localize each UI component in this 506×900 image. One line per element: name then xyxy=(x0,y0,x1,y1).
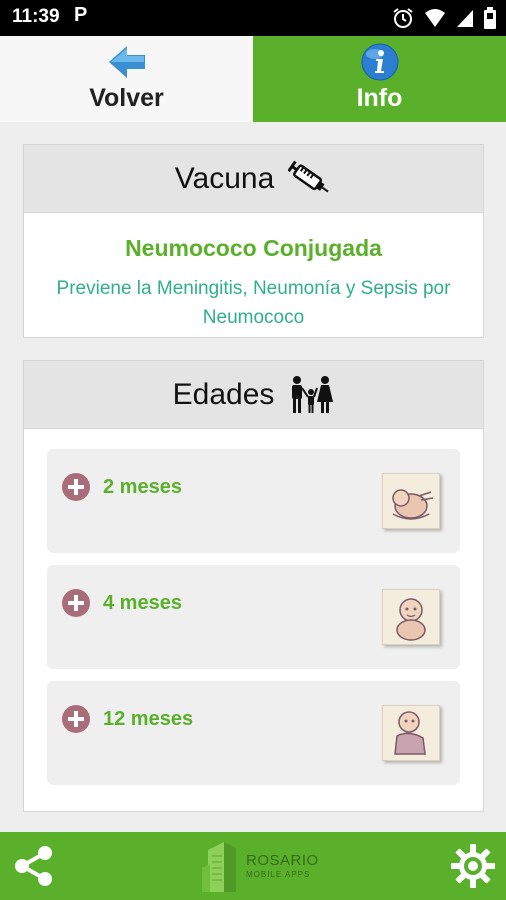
status-time: 11:39 xyxy=(12,6,60,27)
vaccine-name: Neumococo Conjugada xyxy=(125,235,382,261)
tab-info-label: Info xyxy=(356,84,403,112)
wifi-icon xyxy=(425,9,445,27)
bottom-bar: ROSARIO MOBILE APPS xyxy=(0,832,506,900)
tab-volver-label: Volver xyxy=(89,84,164,112)
baby-illustration-icon xyxy=(382,473,440,529)
signal-icon xyxy=(457,10,473,27)
family-icon xyxy=(292,375,334,413)
share-icon[interactable] xyxy=(12,844,56,888)
back-arrow-icon xyxy=(108,46,145,78)
tab-info[interactable]: Info xyxy=(253,36,506,122)
age-label: 2 meses xyxy=(103,476,182,498)
gear-icon[interactable] xyxy=(450,843,496,889)
logo-text-mobile-apps: MOBILE APPS xyxy=(246,870,311,879)
plus-icon xyxy=(62,473,90,501)
alarm-icon xyxy=(393,8,413,28)
plus-icon xyxy=(62,705,90,733)
age-label: 4 meses xyxy=(103,592,182,614)
battery-icon xyxy=(484,7,496,29)
baby-illustration-icon xyxy=(382,705,440,761)
tab-volver[interactable]: Volver xyxy=(0,36,253,122)
baby-illustration-icon xyxy=(382,589,440,645)
age-item-2-meses[interactable]: 2 meses xyxy=(47,449,460,553)
age-item-12-meses[interactable]: 12 meses xyxy=(47,681,460,785)
vacuna-card: Vacuna Neumococo Conjugada Previene la M… xyxy=(23,144,484,338)
vaccine-description: Previene la Meningitis, Neumonía y Sepsi… xyxy=(56,278,451,328)
edades-card: Edades 2 meses 4 meses 12 meses xyxy=(23,360,484,812)
plus-icon xyxy=(62,589,90,617)
building-icon xyxy=(202,842,236,892)
edades-header: Edades xyxy=(24,361,483,429)
age-item-4-meses[interactable]: 4 meses xyxy=(47,565,460,669)
status-bar: 11:39 P xyxy=(0,0,506,36)
edades-title: Edades xyxy=(172,377,275,411)
vacuna-title: Vacuna xyxy=(174,161,275,195)
vacuna-header: Vacuna xyxy=(24,145,483,213)
status-icons xyxy=(392,6,496,30)
rosario-mobile-apps-logo: ROSARIO MOBILE APPS xyxy=(200,838,330,894)
app-notification-badge: P xyxy=(74,4,88,26)
info-icon xyxy=(361,43,398,81)
top-tabs: Volver Info xyxy=(0,36,506,122)
content-area: Vacuna Neumococo Conjugada Previene la M… xyxy=(0,122,506,832)
age-label: 12 meses xyxy=(103,708,194,730)
syringe-icon xyxy=(288,160,329,192)
logo-text-rosario: ROSARIO xyxy=(246,852,319,869)
